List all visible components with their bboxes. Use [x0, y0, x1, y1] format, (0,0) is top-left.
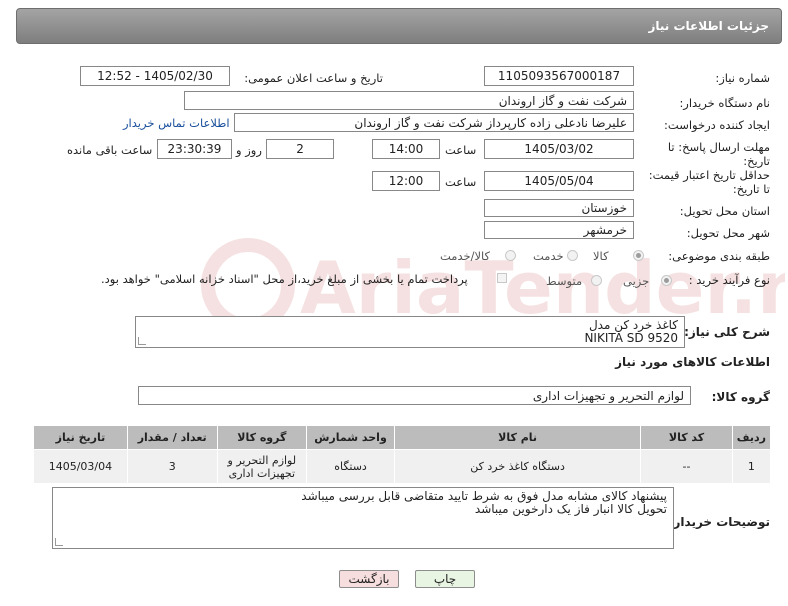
- col-header-quantity: تعداد / مقدار: [126, 425, 218, 450]
- cell-group-line-1: لوازم التحریر و: [227, 453, 297, 467]
- requester-field: علیرضا نادعلی زاده کارپرداز شرکت نفت و گ…: [234, 113, 634, 132]
- treasury-payment-checkbox[interactable]: [497, 273, 507, 283]
- buyer-notes-line-2: تحویل کالا انبار فاز یک دارخوین میباشد: [474, 502, 667, 516]
- buyer-contact-link[interactable]: اطلاعات تماس خریدار: [123, 116, 230, 130]
- announce-date-label: تاریخ و ساعت اعلان عمومی:: [244, 71, 383, 85]
- description-textarea[interactable]: کاغذ خرد کن مدل NIKITA SD 9520: [135, 316, 685, 348]
- process-option-medium: متوسط: [546, 274, 583, 288]
- remaining-days-field: 2: [266, 139, 334, 159]
- table-row: 1 -- دستگاه کاغذ خرد کن دستگاه لوازم الت…: [33, 449, 772, 484]
- days-label: روز و: [236, 143, 262, 157]
- city-label: شهر محل تحویل:: [686, 226, 770, 240]
- process-option-minor: جزیی: [623, 274, 650, 288]
- col-header-row-number: ردیف: [731, 425, 772, 450]
- province-label: استان محل تحویل:: [679, 204, 770, 218]
- goods-group-label: گروه کالا:: [711, 390, 770, 404]
- reply-time-label: ساعت: [445, 143, 477, 157]
- resize-grip-icon[interactable]: [138, 337, 146, 345]
- reply-date-field: 1405/03/02: [484, 139, 634, 159]
- category-label: طبقه بندی موضوعی:: [668, 249, 770, 263]
- process-radio-minor[interactable]: [661, 275, 672, 286]
- col-header-code: کد کالا: [640, 425, 733, 450]
- price-validity-time-field: 12:00: [372, 171, 440, 191]
- cell-name: دستگاه کاغذ خرد کن: [393, 449, 642, 484]
- resize-grip-icon[interactable]: [55, 538, 63, 546]
- cell-group: لوازم التحریر و تجهیزات اداری: [216, 449, 308, 484]
- goods-group-field: لوازم التحریر و تجهیزات اداری: [138, 386, 691, 405]
- process-type-label: نوع فرآیند خرید :: [688, 273, 770, 287]
- cell-group-line-2: تجهیزات اداری: [228, 466, 296, 480]
- col-header-unit: واحد شمارش: [306, 425, 395, 450]
- goods-section-title: اطلاعات کالاهای مورد نیاز: [615, 355, 770, 369]
- reply-deadline-label-2: تاریخ:: [743, 154, 770, 168]
- announce-date-field: 1405/02/30 - 12:52: [80, 66, 230, 86]
- buyer-notes-textarea[interactable]: پیشنهاد کالای مشابه مدل فوق به شرط تایید…: [52, 487, 674, 549]
- price-validity-date-field: 1405/05/04: [484, 171, 634, 191]
- need-number-field: 1105093567000187: [484, 66, 634, 86]
- buyer-notes-label: توضیحات خریدار:: [668, 515, 770, 529]
- category-option-goods-service: کالا/خدمت: [440, 249, 491, 263]
- requester-label: ایجاد کننده درخواست:: [664, 118, 770, 132]
- reply-time-field: 14:00: [372, 139, 440, 159]
- remaining-time-label: ساعت باقی مانده: [67, 143, 153, 157]
- back-button[interactable]: بازگشت: [339, 570, 399, 588]
- city-field: خرمشهر: [484, 221, 634, 239]
- buyer-org-field: شرکت نفت و گاز اروندان: [184, 91, 634, 110]
- cell-row-number: 1: [731, 449, 772, 484]
- remaining-time-field: 23:30:39: [157, 139, 232, 159]
- cell-quantity: 3: [126, 449, 218, 484]
- print-button[interactable]: چاپ: [415, 570, 475, 588]
- goods-table-header-row: ردیف کد کالا نام کالا واحد شمارش گروه کا…: [33, 425, 772, 450]
- price-validity-label-2: تا تاریخ:: [732, 182, 770, 196]
- price-validity-label: حداقل تاریخ اعتبار قیمت:: [648, 168, 770, 182]
- buyer-org-label: نام دستگاه خریدار:: [679, 96, 770, 110]
- price-time-label: ساعت: [445, 175, 477, 189]
- description-line-2: NIKITA SD 9520: [584, 331, 678, 345]
- cell-need-date: 1405/03/04: [33, 449, 128, 484]
- col-header-group: گروه کالا: [216, 425, 308, 450]
- category-radio-service[interactable]: [567, 250, 578, 261]
- category-radio-goods-service[interactable]: [505, 250, 516, 261]
- cell-unit: دستگاه: [306, 449, 395, 484]
- page-title: جزئیات اطلاعات نیاز: [648, 19, 769, 33]
- need-number-label: شماره نیاز:: [715, 71, 770, 85]
- reply-deadline-label: مهلت ارسال پاسخ: تا: [667, 140, 770, 154]
- col-header-name: نام کالا: [393, 425, 642, 450]
- col-header-need-date: تاریخ نیاز: [33, 425, 128, 450]
- goods-table: ردیف کد کالا نام کالا واحد شمارش گروه کا…: [33, 425, 772, 484]
- category-option-service: خدمت: [533, 249, 564, 263]
- cell-code: --: [640, 449, 733, 484]
- treasury-payment-note: پرداخت تمام یا بخشی از مبلغ خرید،از محل …: [101, 272, 468, 286]
- description-label: شرح کلی نیاز:: [684, 325, 770, 339]
- province-field: خوزستان: [484, 199, 634, 217]
- page-header: جزئیات اطلاعات نیاز: [16, 8, 782, 44]
- process-radio-medium[interactable]: [591, 275, 602, 286]
- category-radio-goods[interactable]: [633, 250, 644, 261]
- category-option-goods: کالا: [593, 249, 609, 263]
